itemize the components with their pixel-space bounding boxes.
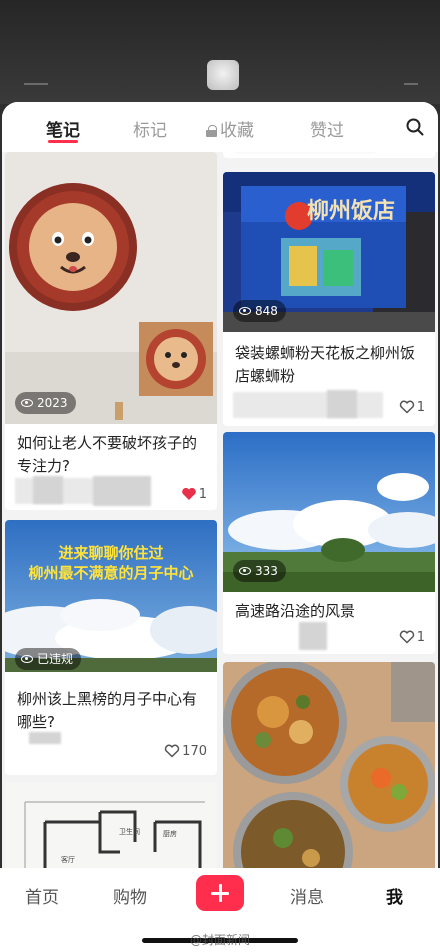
heart-filled-icon [181, 487, 196, 500]
header-placeholder-bar [24, 83, 48, 85]
avatar[interactable] [207, 60, 239, 90]
tab-favorites[interactable]: 收藏 [206, 116, 254, 141]
heart-outline-icon [399, 400, 414, 414]
profile-notes-sheet: 笔记 标记 收藏 赞过 2023 如何让老人不要破坏孩子的 专注力? 1 进来聊… [2, 102, 438, 868]
note-card-partial[interactable] [223, 152, 435, 158]
header-placeholder-bar [404, 83, 418, 85]
watermark: @封面新闻 [190, 933, 251, 947]
eye-icon [21, 655, 33, 663]
eye-icon [21, 399, 33, 407]
note-title-line: 如何让老人不要破坏孩子的 [17, 434, 198, 452]
tab-marked[interactable]: 标记 [133, 116, 167, 141]
note-title: 柳州该上黑榜的月子中心有 哪些? [17, 688, 197, 734]
eye-icon [239, 307, 251, 315]
like-count-value: 170 [182, 744, 207, 759]
note-cover-floor-plan: 卫生间 厨房 客厅 [5, 782, 217, 868]
note-cover-lion-wall-art [5, 152, 217, 424]
note-title: 袋装螺蛳粉天花板之柳州饭 店螺蛳粉 [235, 342, 415, 388]
status-badge-label: 已违规 [37, 652, 74, 666]
tab-liked[interactable]: 赞过 [310, 116, 344, 141]
banner-text-line-2: 柳州最不满意的月子中心 [28, 564, 193, 582]
like-count-value: 1 [416, 400, 425, 415]
like-count[interactable]: 170 [164, 744, 207, 759]
like-count[interactable]: 1 [399, 400, 425, 415]
view-count-badge: 333 [233, 560, 286, 582]
note-card[interactable]: 进来聊聊你住过 柳州最不满意的月子中心 已违规 柳州该上黑榜的月子中心有 哪些?… [5, 520, 217, 775]
notes-feed: 2023 如何让老人不要破坏孩子的 专注力? 1 进来聊聊你住过 柳州最不满意的… [2, 152, 438, 868]
plus-icon[interactable] [196, 875, 244, 911]
note-title-line: 柳州该上黑榜的月子中心有 [17, 690, 198, 708]
redacted-author [299, 622, 327, 650]
view-count: 848 [255, 304, 278, 318]
note-title-line: 袋装螺蛳粉天花板之柳州饭 [235, 344, 416, 362]
like-count[interactable]: 1 [399, 630, 425, 645]
profile-header-background [0, 0, 440, 104]
bottom-navigation: 首页 购物 消息 我 @封面新闻 [0, 868, 440, 952]
view-count: 2023 [37, 396, 68, 410]
redacted-author [233, 392, 383, 418]
violation-status-badge: 已违规 [15, 648, 82, 670]
nav-me[interactable]: 我 [386, 883, 403, 908]
note-title-line: 哪些? [17, 713, 55, 731]
redacted-author [29, 732, 61, 744]
note-card[interactable]: 2023 如何让老人不要破坏孩子的 专注力? 1 [5, 152, 217, 510]
note-cover-food-bowls [223, 662, 435, 868]
floor-plan-label: 客厅 [61, 855, 75, 864]
lock-icon [206, 125, 217, 137]
floor-plan-label: 厨房 [163, 829, 177, 838]
note-title: 如何让老人不要破坏孩子的 专注力? [17, 432, 197, 478]
note-card[interactable]: 柳州饭店 848 袋装螺蛳粉天花板之柳州饭 店螺蛳粉 1 [223, 172, 435, 426]
like-count-value: 1 [416, 630, 425, 645]
view-count: 333 [255, 564, 278, 578]
tab-notes[interactable]: 笔记 [46, 116, 80, 141]
note-title: 高速路沿途的风景 [235, 600, 355, 623]
profile-tabs: 笔记 标记 收藏 赞过 [2, 102, 438, 152]
eye-icon [239, 567, 251, 575]
note-title-line: 专注力? [17, 457, 70, 475]
box-brand-text: 柳州饭店 [307, 198, 395, 224]
nav-messages[interactable]: 消息 [290, 883, 324, 908]
floor-plan-label: 卫生间 [119, 827, 140, 836]
redacted-author [327, 390, 357, 418]
search-icon[interactable] [406, 118, 424, 136]
like-count-value: 1 [198, 487, 207, 502]
active-tab-underline [48, 140, 78, 143]
view-count-badge: 848 [233, 300, 286, 322]
redacted-author [33, 476, 63, 504]
note-title-line: 店螺蛳粉 [235, 367, 296, 385]
note-card[interactable]: 卫生间 厨房 客厅 [5, 782, 217, 868]
nav-shopping[interactable]: 购物 [113, 883, 147, 908]
like-count[interactable]: 1 [181, 487, 207, 502]
note-card[interactable] [223, 662, 435, 868]
heart-outline-icon [164, 744, 180, 758]
view-count-badge: 2023 [15, 392, 76, 414]
note-title-line: 高速路沿途的风景 [235, 602, 356, 620]
tab-favorites-label: 收藏 [220, 121, 254, 141]
nav-home[interactable]: 首页 [25, 883, 59, 908]
note-card[interactable]: 333 高速路沿途的风景 1 [223, 432, 435, 654]
redacted-author [93, 476, 151, 506]
banner-text-line-1: 进来聊聊你住过 [58, 544, 163, 562]
heart-outline-icon [399, 630, 414, 644]
